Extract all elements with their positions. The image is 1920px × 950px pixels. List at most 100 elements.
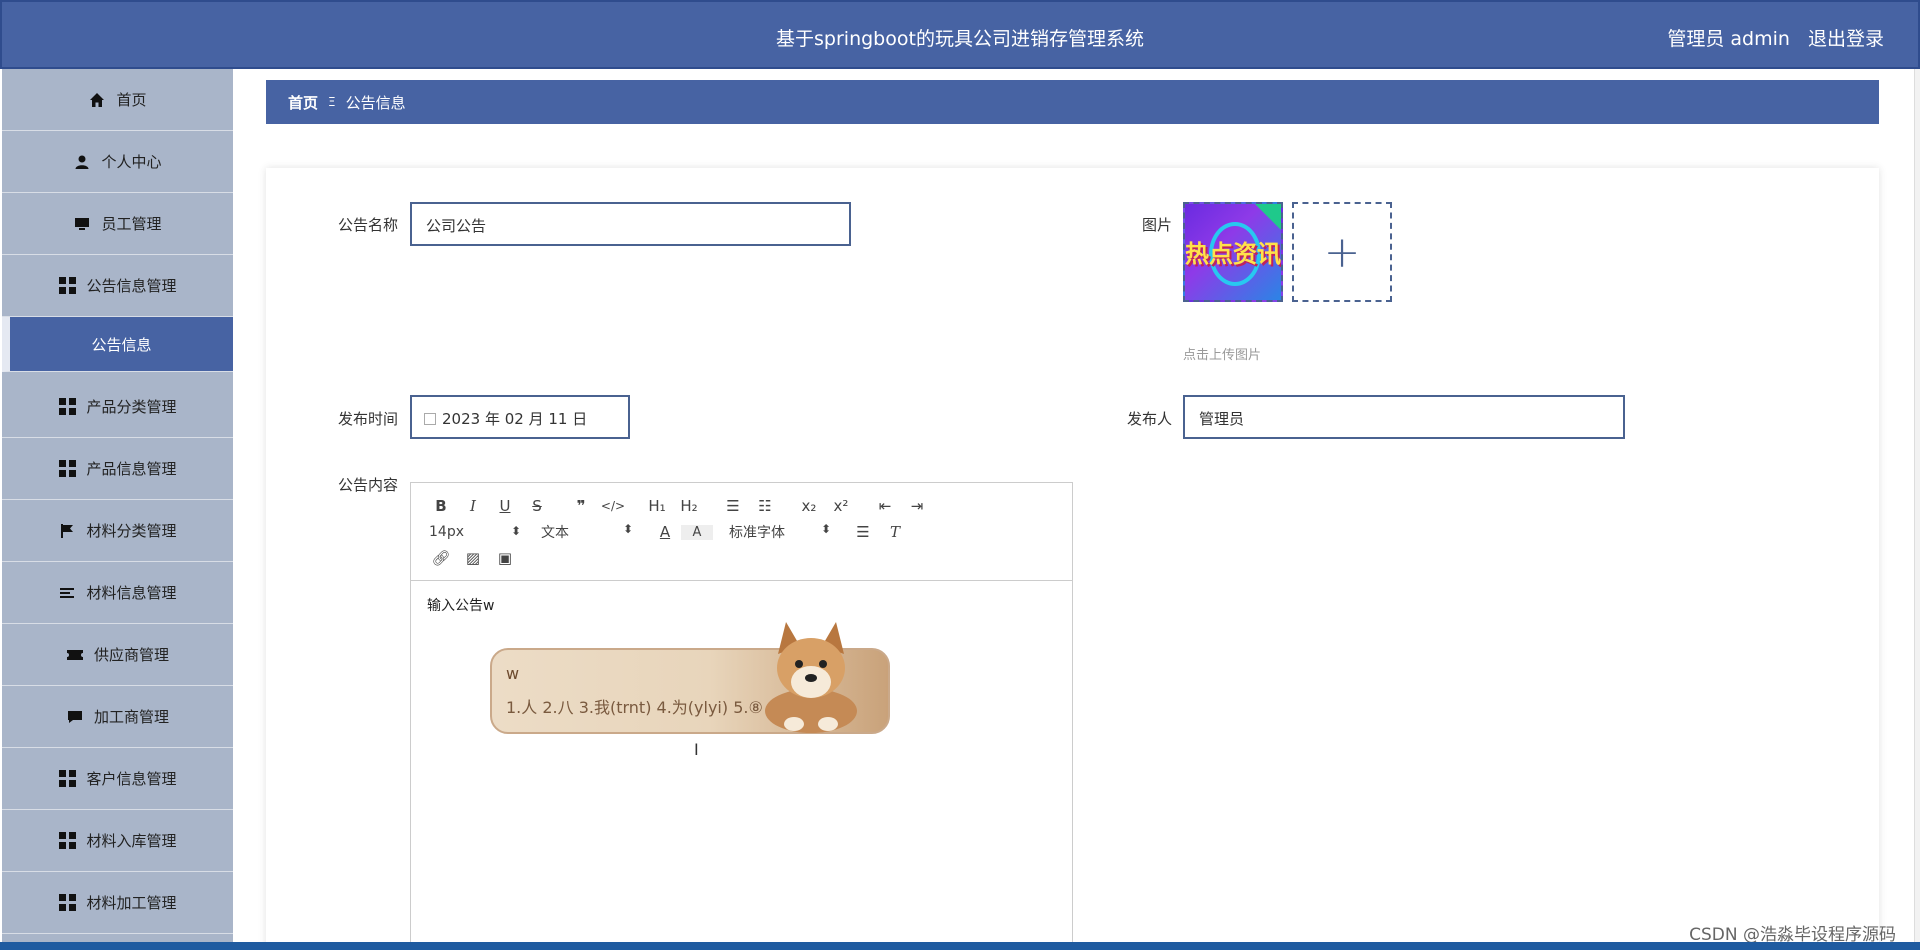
- sidebar-item-notice[interactable]: 公告信息: [2, 317, 233, 372]
- window-scrollbar[interactable]: [1914, 69, 1920, 947]
- sidebar-item-home[interactable]: 首页: [2, 69, 233, 131]
- publish-date-input[interactable]: 2023 年 02 月 11 日: [410, 395, 630, 439]
- sidebar-item-label: 公告信息: [91, 335, 152, 354]
- background-color-icon[interactable]: A: [681, 524, 713, 540]
- notice-name-label: 公告名称: [337, 216, 398, 234]
- sidebar-item-label: 员工管理: [101, 215, 162, 233]
- image-label: 图片: [1141, 216, 1172, 234]
- uploaded-image[interactable]: 热点资讯: [1183, 202, 1283, 302]
- notice-name-input[interactable]: 公司公告: [410, 202, 851, 246]
- sidebar-item-material-info[interactable]: 材料信息管理: [2, 562, 233, 624]
- ticket-icon: [66, 646, 84, 664]
- subscript-icon[interactable]: x₂: [793, 497, 825, 515]
- sidebar-item-processor[interactable]: 加工商管理: [2, 686, 233, 748]
- ime-candidate-popup: w 1.人 2.八 3.我(trnt) 4.为(ylyi) 5.⑧: [490, 622, 890, 734]
- sidebar-item-staff[interactable]: 员工管理: [2, 193, 233, 255]
- upload-add-button[interactable]: +: [1292, 202, 1392, 302]
- ordered-list-icon[interactable]: ☰: [717, 497, 749, 515]
- flag-icon: [58, 522, 76, 540]
- top-bar: 基于springboot的玩具公司进销存管理系统 管理员 admin 退出登录: [0, 0, 1920, 69]
- calendar-icon: [424, 413, 436, 425]
- italic-icon[interactable]: I: [457, 497, 489, 515]
- horizontal-scrollbar[interactable]: [0, 942, 1920, 950]
- link-icon[interactable]: 🔗︎: [425, 549, 457, 567]
- grid-icon: [58, 277, 76, 295]
- upload-hint: 点击上传图片: [1183, 348, 1262, 363]
- sidebar-item-label: 材料信息管理: [86, 584, 177, 602]
- list-icon: [58, 584, 76, 602]
- sidebar-item-label: 首页: [116, 91, 147, 109]
- sidebar: 首页 个人中心 员工管理 公告信息管理 公告信息 产品分类管理 产品信息管理 材…: [2, 69, 233, 947]
- heading1-icon[interactable]: H₁: [641, 497, 673, 515]
- content-label: 公告内容: [337, 476, 398, 494]
- editor-content[interactable]: 输入公告w: [411, 581, 1072, 629]
- sidebar-item-material-inbound[interactable]: 材料入库管理: [2, 810, 233, 872]
- sidebar-item-label: 加工商管理: [93, 708, 169, 726]
- outdent-icon[interactable]: ⇤: [869, 497, 901, 515]
- sidebar-item-product-category[interactable]: 产品分类管理: [2, 376, 233, 438]
- user-area: 管理员 admin 退出登录: [1655, 24, 1884, 51]
- home-icon: [88, 91, 106, 109]
- breadcrumb-current: 公告信息: [345, 93, 406, 112]
- breadcrumb-separator: Ξ: [328, 95, 336, 109]
- grid-icon: [58, 832, 76, 850]
- sidebar-item-product-info[interactable]: 产品信息管理: [2, 438, 233, 500]
- sidebar-item-material-processing[interactable]: 材料加工管理: [2, 872, 233, 934]
- ime-input-text: w: [506, 664, 520, 683]
- strikethrough-icon[interactable]: S: [521, 497, 553, 515]
- font-family-value: 标准字体: [729, 525, 785, 541]
- font-size-select[interactable]: 14px ⬍: [425, 524, 525, 540]
- sidebar-item-notice-mgmt[interactable]: 公告信息管理: [2, 255, 233, 317]
- superscript-icon[interactable]: x²: [825, 497, 857, 515]
- font-family-select[interactable]: 标准字体 ⬍: [725, 522, 835, 542]
- bold-icon[interactable]: B: [425, 497, 457, 515]
- sidebar-item-label: 材料加工管理: [86, 894, 177, 912]
- sidebar-item-label: 产品信息管理: [86, 460, 177, 478]
- sidebar-item-label: 客户信息管理: [86, 770, 177, 788]
- publisher-label: 发布人: [1126, 410, 1172, 428]
- sidebar-item-profile[interactable]: 个人中心: [2, 131, 233, 193]
- clear-format-icon[interactable]: T: [879, 523, 911, 541]
- select-arrow-icon: ⬍: [820, 522, 831, 536]
- current-user: 管理员 admin: [1667, 28, 1790, 50]
- video-icon[interactable]: ▣: [489, 549, 521, 567]
- indent-icon[interactable]: ⇥: [901, 497, 933, 515]
- publish-date-label: 发布时间: [337, 410, 398, 428]
- sidebar-item-customer[interactable]: 客户信息管理: [2, 748, 233, 810]
- code-icon[interactable]: </>: [597, 499, 629, 513]
- image-icon[interactable]: ▨: [457, 549, 489, 567]
- blockquote-icon[interactable]: ❞: [565, 497, 597, 515]
- plus-icon: +: [1323, 226, 1361, 278]
- underline-icon[interactable]: U: [489, 497, 521, 515]
- select-arrow-icon: ⬍: [510, 524, 521, 538]
- image-corner-decoration: [1255, 204, 1281, 230]
- sidebar-item-label: 公告信息管理: [86, 277, 177, 295]
- publisher-input[interactable]: 管理员: [1183, 395, 1625, 439]
- grid-icon: [58, 770, 76, 788]
- grid-icon: [58, 398, 76, 416]
- app-title: 基于springboot的玩具公司进销存管理系统: [776, 28, 1144, 50]
- bullet-list-icon[interactable]: ☷: [749, 497, 781, 515]
- user-icon: [73, 153, 91, 171]
- paragraph-select[interactable]: 文本 ⬍: [537, 522, 637, 542]
- align-icon[interactable]: ☰: [847, 523, 879, 541]
- logout-link[interactable]: 退出登录: [1808, 28, 1884, 50]
- sidebar-item-material-category[interactable]: 材料分类管理: [2, 500, 233, 562]
- sidebar-item-supplier[interactable]: 供应商管理: [2, 624, 233, 686]
- sidebar-item-label: 个人中心: [101, 153, 162, 171]
- sidebar-item-label: 材料入库管理: [86, 832, 177, 850]
- publish-date-value: 2023 年 02 月 11 日: [442, 410, 588, 428]
- ime-candidates[interactable]: 1.人 2.八 3.我(trnt) 4.为(ylyi) 5.⑧: [506, 694, 763, 718]
- select-arrow-icon: ⬍: [622, 522, 633, 536]
- grid-icon: [58, 460, 76, 478]
- font-color-icon[interactable]: A: [649, 523, 681, 541]
- grid-icon: [58, 894, 76, 912]
- monitor-icon: [73, 215, 91, 233]
- breadcrumb: 首页 Ξ 公告信息: [266, 80, 1879, 124]
- sidebar-item-label: 产品分类管理: [86, 398, 177, 416]
- breadcrumb-home[interactable]: 首页: [288, 92, 318, 113]
- text-cursor-icon: I: [694, 740, 699, 759]
- editor-toolbar: B I U S ❞ </> H₁ H₂ ☰ ☷ x₂ x² ⇤ ⇥ 14px ⬍ …: [411, 483, 1072, 581]
- font-size-value: 14px: [429, 524, 464, 540]
- heading2-icon[interactable]: H₂: [673, 497, 705, 515]
